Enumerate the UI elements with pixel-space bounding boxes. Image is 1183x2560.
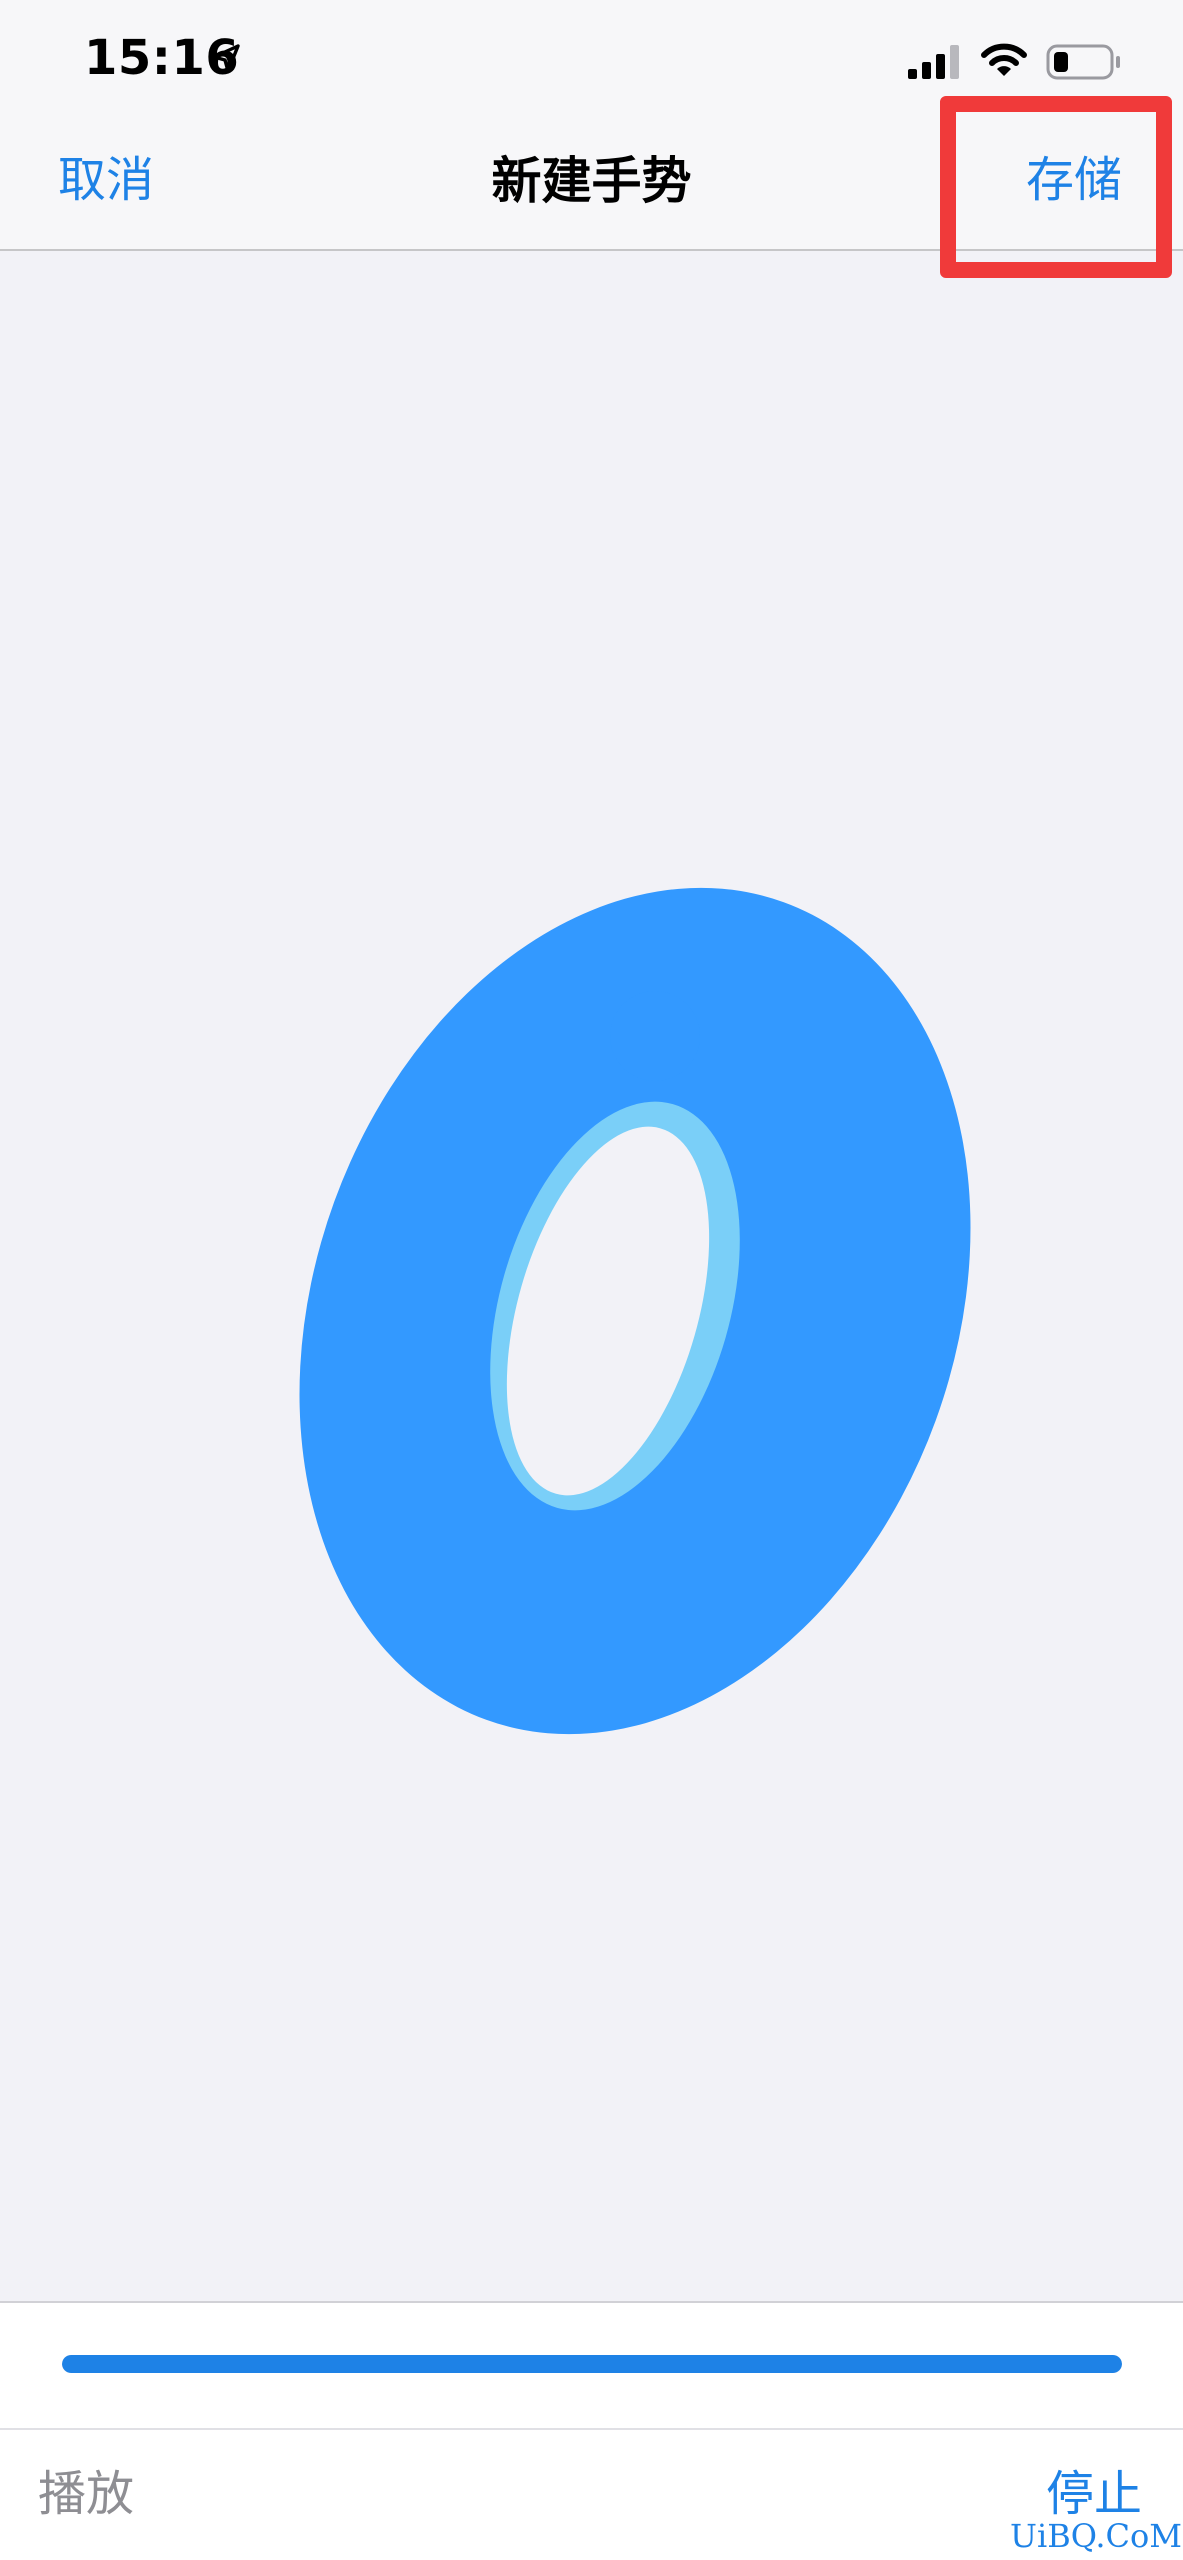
play-button[interactable]: 播放 xyxy=(38,2470,134,2518)
stop-button[interactable]: 停止 xyxy=(1046,2470,1142,2518)
cellular-signal-icon xyxy=(908,45,959,79)
wifi-icon xyxy=(981,43,1027,76)
location-arrow-icon xyxy=(212,44,240,73)
battery-icon xyxy=(1046,44,1120,80)
watermark-text: UiBQ.CoM xyxy=(1010,2517,1183,2555)
playback-progress-fill xyxy=(62,2355,1122,2373)
bottom-toolbar xyxy=(0,2301,1183,2560)
gesture-canvas[interactable] xyxy=(0,251,1183,2301)
playback-progress-bar[interactable] xyxy=(62,2355,1122,2373)
toolbar-divider xyxy=(0,2428,1183,2430)
